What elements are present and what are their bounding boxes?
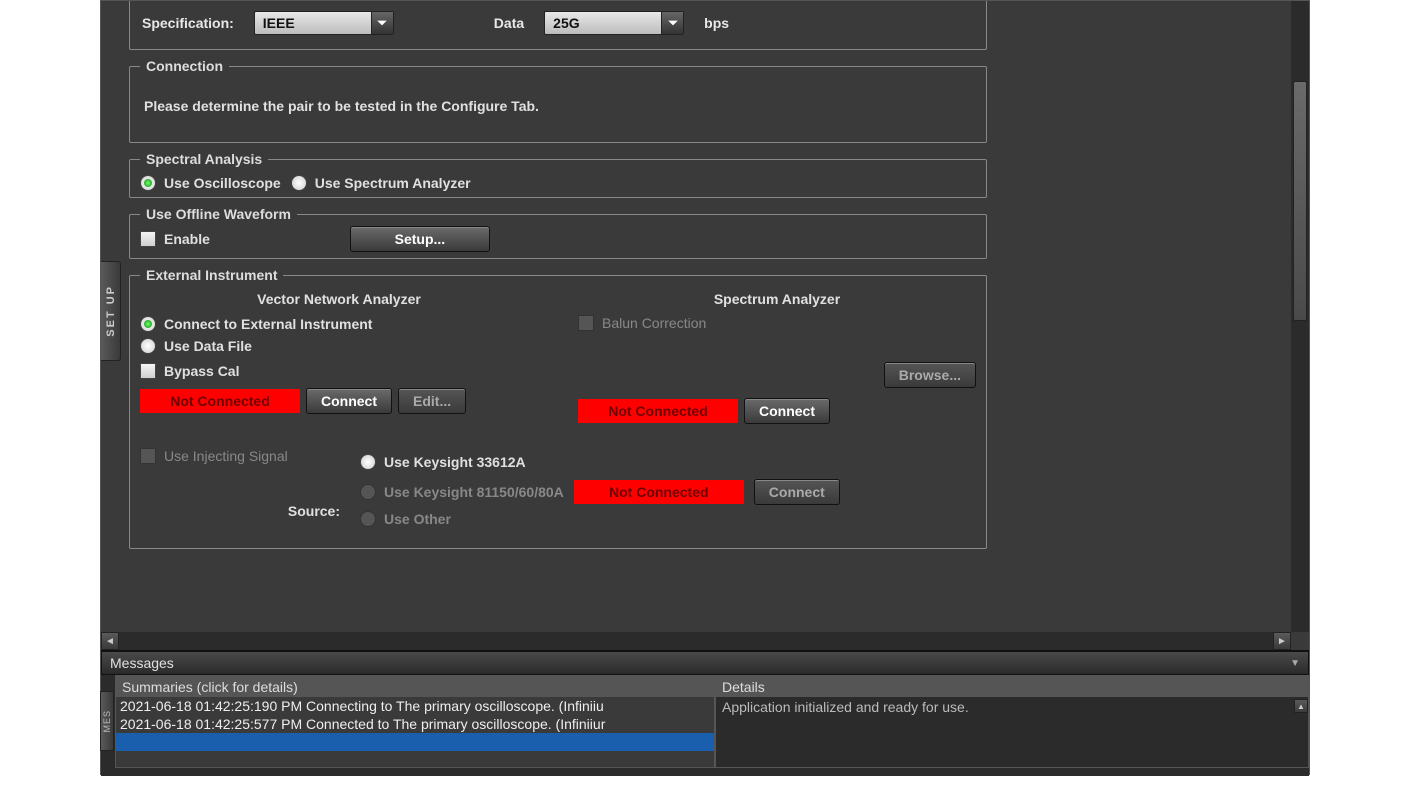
sa-status-badge: Not Connected	[578, 399, 738, 423]
radio-keysight-33612a-label: Use Keysight 33612A	[384, 454, 526, 470]
checkbox-enable-offline-label: Enable	[164, 231, 210, 247]
vna-column: Vector Network Analyzer Connect to Exter…	[140, 291, 538, 430]
source-label: Source:	[140, 503, 340, 519]
checkbox-bypass-cal-label: Bypass Cal	[164, 363, 239, 379]
radio-use-other[interactable]: Use Other	[360, 511, 451, 527]
details-column: Details Application initialized and read…	[715, 676, 1309, 768]
vna-edit-button-label: Edit...	[413, 393, 451, 409]
vna-connect-button[interactable]: Connect	[306, 388, 392, 414]
data-rate-unit: bps	[704, 15, 729, 31]
details-header: Details	[716, 677, 1308, 697]
scrollbar-thumb[interactable]	[1293, 81, 1307, 321]
setup-vertical-tab[interactable]: SET UP	[101, 261, 121, 361]
sa-connect-button-label: Connect	[759, 403, 815, 419]
specification-value: IEEE	[263, 15, 295, 31]
scroll-right-icon[interactable]: ►	[1273, 632, 1291, 650]
details-scrollbar[interactable]: ▲	[1294, 699, 1308, 767]
spectral-analysis-group: Spectral Analysis Use Oscilloscope Use S…	[129, 151, 987, 198]
checkbox-enable-offline[interactable]: Enable	[140, 231, 210, 247]
sa-connect-button[interactable]: Connect	[744, 398, 830, 424]
browse-button-label: Browse...	[899, 367, 961, 383]
summaries-column: Summaries (click for details) 2021-06-18…	[115, 676, 715, 768]
summary-row[interactable]: 2021-06-18 01:42:25:190 PM Connecting to…	[116, 697, 714, 715]
setup-button-label: Setup...	[395, 231, 446, 247]
radio-keysight-81150-label: Use Keysight 81150/60/80A	[384, 484, 564, 500]
summaries-list[interactable]: 2021-06-18 01:42:25:190 PM Connecting to…	[116, 697, 714, 767]
scroll-up-icon[interactable]: ▲	[1294, 699, 1308, 713]
radio-use-oscilloscope-label: Use Oscilloscope	[164, 175, 281, 191]
offline-waveform-group: Use Offline Waveform Enable Setup...	[129, 206, 987, 259]
summary-row[interactable]: 2021-06-18 01:42:25:577 PM Connected to …	[116, 715, 714, 733]
radio-keysight-81150[interactable]: Use Keysight 81150/60/80A	[360, 484, 564, 500]
sa-header: Spectrum Analyzer	[578, 291, 976, 307]
vna-header: Vector Network Analyzer	[140, 291, 538, 307]
external-instrument-group: External Instrument Vector Network Analy…	[129, 267, 987, 549]
source-connect-button-label: Connect	[769, 484, 825, 500]
vna-status-badge: Not Connected	[140, 389, 300, 413]
chevron-down-icon	[661, 12, 683, 34]
horizontal-scrollbar[interactable]: ◄ ►	[101, 632, 1291, 650]
data-label: Data	[494, 15, 524, 31]
messages-vertical-tab[interactable]: MES	[100, 691, 114, 751]
checkbox-balun-correction-label: Balun Correction	[602, 315, 706, 331]
setup-vertical-tab-label: SET UP	[105, 285, 117, 337]
chevron-down-icon: ▼	[1290, 658, 1300, 669]
messages-panel: Messages ▼ MES Summaries (click for deta…	[101, 651, 1309, 776]
radio-use-data-file-label: Use Data File	[164, 338, 252, 354]
messages-header[interactable]: Messages ▼	[101, 651, 1309, 675]
vna-connect-button-label: Connect	[321, 393, 377, 409]
checkbox-balun-correction: Balun Correction	[578, 315, 706, 331]
app-frame: SET UP Specification: IEEE Data 25G	[100, 0, 1310, 775]
data-rate-dropdown[interactable]: 25G	[544, 11, 684, 35]
vna-edit-button[interactable]: Edit...	[398, 388, 466, 414]
summary-row-selected[interactable]	[116, 733, 714, 751]
sa-column: Spectrum Analyzer Balun Correction Brows…	[578, 291, 976, 430]
data-rate-value: 25G	[553, 15, 579, 31]
radio-connect-external[interactable]: Connect to External Instrument	[140, 316, 372, 332]
connection-group: Connection Please determine the pair to …	[129, 58, 987, 143]
summaries-header: Summaries (click for details)	[116, 677, 714, 697]
details-text: Application initialized and ready for us…	[716, 697, 1308, 717]
checkbox-use-injecting-signal-label: Use Injecting Signal	[164, 448, 288, 464]
checkbox-bypass-cal[interactable]: Bypass Cal	[140, 363, 239, 379]
browse-button[interactable]: Browse...	[884, 362, 976, 388]
vertical-scrollbar[interactable]	[1291, 1, 1309, 632]
specification-row: Specification: IEEE Data 25G bps	[129, 1, 987, 50]
spectral-legend: Spectral Analysis	[140, 151, 268, 167]
scroll-left-icon[interactable]: ◄	[101, 632, 119, 650]
specification-label: Specification:	[142, 15, 234, 31]
source-status-badge: Not Connected	[574, 480, 744, 504]
setup-content: Specification: IEEE Data 25G bps	[123, 1, 993, 557]
checkbox-use-injecting-signal: Use Injecting Signal	[140, 448, 288, 464]
messages-vertical-tab-label: MES	[102, 710, 112, 733]
setup-button[interactable]: Setup...	[350, 226, 490, 252]
radio-keysight-33612a[interactable]: Use Keysight 33612A	[360, 454, 526, 470]
connection-message: Please determine the pair to be tested i…	[140, 82, 976, 130]
radio-use-other-label: Use Other	[384, 511, 451, 527]
radio-use-spectrum-analyzer-label: Use Spectrum Analyzer	[315, 175, 471, 191]
external-instrument-legend: External Instrument	[140, 267, 283, 283]
setup-scroll-area: SET UP Specification: IEEE Data 25G	[101, 1, 1309, 651]
radio-use-spectrum-analyzer[interactable]: Use Spectrum Analyzer	[291, 175, 471, 191]
messages-title: Messages	[110, 655, 174, 671]
radio-use-data-file[interactable]: Use Data File	[140, 338, 252, 354]
connection-legend: Connection	[140, 58, 229, 74]
source-connect-button[interactable]: Connect	[754, 479, 840, 505]
radio-use-oscilloscope[interactable]: Use Oscilloscope	[140, 175, 281, 191]
chevron-down-icon	[371, 12, 393, 34]
offline-legend: Use Offline Waveform	[140, 206, 297, 222]
radio-connect-external-label: Connect to External Instrument	[164, 316, 372, 332]
specification-dropdown[interactable]: IEEE	[254, 11, 394, 35]
